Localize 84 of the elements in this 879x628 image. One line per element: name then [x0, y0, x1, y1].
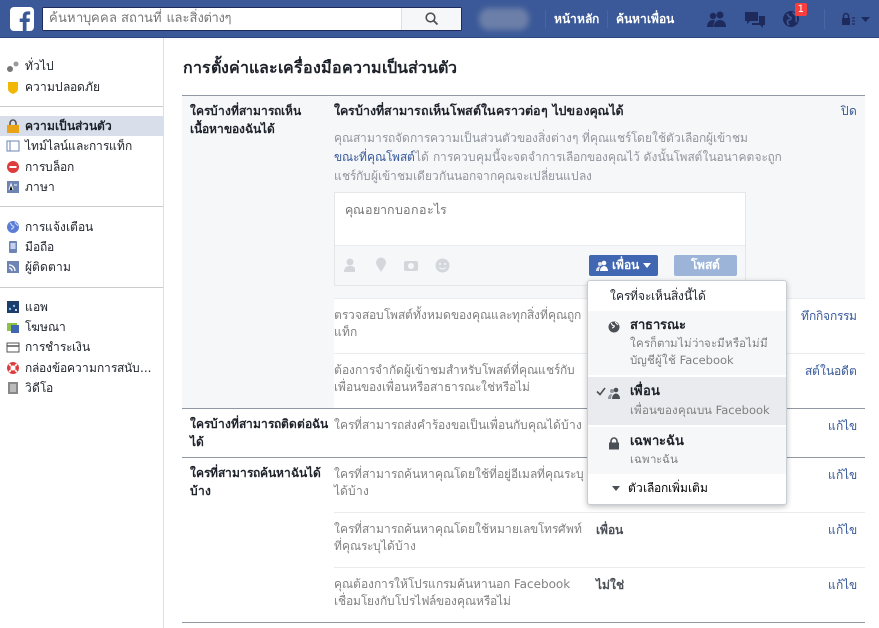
composer-box[interactable]: คุณอยากบอกอะไร เพื่อน โพสต์	[334, 192, 746, 286]
phone-icon	[6, 240, 20, 254]
location-pin-icon[interactable]	[375, 257, 387, 274]
globe-icon	[6, 220, 20, 234]
menu-header: ใครที่จะเห็นสิ่งนี้ได้	[609, 286, 707, 305]
check-icon	[596, 387, 606, 396]
search-icon	[425, 12, 438, 25]
section-title: ใครบ้างที่สามารถติดต่อฉันได้	[190, 416, 328, 449]
search-button[interactable]	[401, 8, 461, 30]
sidebar-item[interactable]: ความเป็นส่วนตัว	[0, 116, 163, 136]
caret-icon	[612, 486, 620, 491]
nav-link[interactable]: ค้นหาเพื่อน	[607, 10, 682, 28]
sidebar-item[interactable]: การชำระเงิน	[0, 337, 163, 358]
option-subtitle: ใครก็ตามไม่ว่าจะมีหรือไม่มีบัญชีผู้ใช้ Facebook	[630, 335, 769, 370]
notification-badge: 1	[794, 3, 807, 16]
edit-link[interactable]: สต์ในอดีต	[805, 362, 865, 396]
globe-icon[interactable]	[782, 10, 800, 28]
profile-avatar[interactable]	[479, 8, 529, 30]
search-field[interactable]: ค้นหาบุคคล สถานที่ และสิ่งต่างๆ	[42, 6, 462, 30]
nav-link[interactable]: หน้าหลัก	[545, 10, 607, 28]
sidebar-item[interactable]: แอพ	[0, 296, 163, 317]
description-link[interactable]: ขณะที่คุณโพสต์	[334, 150, 415, 164]
setting-value: ไม่ใช่	[596, 578, 624, 592]
friends-icon[interactable]	[706, 10, 728, 28]
timeline-icon	[6, 139, 20, 154]
setting-description: ตรวจสอบโพสต์ทั้งหมดของคุณและทุกสิ่งที่คุณถูกแท็ก	[334, 306, 582, 341]
section-title: ใครบ้างที่สามารถเห็นเนื้อหาของฉันได้	[190, 104, 301, 136]
friends-icon	[608, 387, 620, 400]
setting-description: คุณต้องการให้โปรแกรมค้นหานอก Facebook เชื่อมโยงกับโปรไฟล์ของคุณหรือไม่	[334, 576, 572, 610]
setting-description: ใครที่สามารถค้นหาคุณโดยใช้หมายเลขโทรศัพท์ที่คุณระบุได้บ้าง	[334, 520, 583, 555]
film-icon	[6, 381, 20, 396]
option-title: เฉพาะฉัน	[630, 432, 684, 451]
editor-heading: ใครบ้างที่สามารถเห็นโพสต์ในคราวต่อๆ ไปของคุณได้	[334, 102, 624, 121]
sidebar-item[interactable]: วิดีโอ	[0, 378, 163, 398]
edit-link[interactable]: แก้ไข	[828, 466, 865, 500]
ad-icon	[6, 320, 20, 334]
sidebar-item[interactable]: โฆษณา	[0, 316, 163, 338]
sidebar-item[interactable]: ไทม์ไลน์และการแท็ก	[0, 136, 163, 157]
smiley-icon[interactable]	[435, 258, 450, 273]
sidebar-item[interactable]: มือถือ	[0, 236, 163, 258]
rss-icon	[6, 260, 20, 274]
sidebar-item[interactable]: ผู้ติดตาม	[0, 257, 163, 278]
setting-description: ต้องการจำกัดผู้เข้าชมสำหรับโพสต์ที่คุณแชร์กับเพื่อนของเพื่อนหรือสาธารณะใช่หรือไม่	[334, 362, 576, 396]
caret-icon	[643, 262, 651, 268]
page-title: การตั้งค่าและเครื่องมือความเป็นส่วนตัว	[183, 56, 865, 80]
section-title: ใครที่สามารถค้นหาฉันได้บ้าง	[190, 466, 321, 498]
sidebar-item[interactable]: การแจ้งเตือน	[0, 216, 163, 237]
option-subtitle: เพื่อนของคุณบน Facebook	[630, 402, 770, 419]
apps-icon	[6, 300, 20, 314]
sidebar-item[interactable]: ภาษา	[0, 176, 163, 198]
sidebar-item[interactable]: กล่องข้อความการสนับ...	[0, 358, 163, 378]
lock-menu-icon[interactable]	[841, 12, 871, 26]
audience-option[interactable]: เฉพาะฉัน เฉพาะฉัน	[588, 426, 786, 474]
edit-link[interactable]: ทึกกิจกรรม	[801, 306, 865, 341]
audience-option[interactable]: สาธารณะ ใครก็ตามไม่ว่าจะมีหรือไม่มีบัญชีผู้ใช้ Facebook	[588, 310, 786, 376]
editor-description: คุณสามารถจัดการความเป็นส่วนตัวของสิ่งต่างๆ ที่คุณแชร์โดยใช้ตัวเลือกผู้เข้าชม ขณะที่คุณโพสต์ได้ การควบคุมนี้จะจดจำการเลือกของคุณไว้ ดังนั้นโพสต์ในอนาคตจะถูกแชร์กับผู้เข้าชมเดียวกันนอกจากคุณจะเปลี่ยนแปลง	[334, 128, 783, 186]
lifebuoy-icon	[6, 360, 20, 375]
card-icon	[6, 340, 20, 354]
sidebar-item[interactable]: ทั่วไป	[0, 56, 163, 76]
audience-button[interactable]: เพื่อน	[589, 254, 658, 276]
block-icon	[6, 160, 20, 174]
setting-description: ใครที่สามารถค้นหาคุณโดยใช้ที่อยู่อีเมลที่คุณระบุได้บ้าง	[334, 466, 585, 500]
option-subtitle: เฉพาะฉัน	[630, 451, 679, 468]
edit-link[interactable]: แก้ไข	[828, 416, 865, 435]
more-options-button[interactable]: ตัวเลือกเพิ่มเติม	[588, 476, 708, 500]
globe-icon	[608, 320, 620, 334]
option-title: สาธารณะ	[630, 316, 687, 335]
language-icon	[6, 180, 20, 194]
camera-icon[interactable]	[403, 258, 419, 272]
close-link[interactable]: ปิด	[841, 102, 865, 121]
edit-link[interactable]: แก้ไข	[828, 520, 865, 555]
sidebar-item[interactable]: การบล็อก	[0, 156, 163, 177]
audience-option[interactable]: เพื่อน เพื่อนของคุณบน Facebook	[588, 377, 786, 425]
friends-icon	[596, 260, 608, 271]
sidebar-item[interactable]: ความปลอดภัย	[0, 76, 163, 97]
lock-icon	[608, 436, 620, 450]
messages-icon[interactable]	[744, 10, 766, 28]
edit-link[interactable]: แก้ไข	[828, 576, 865, 610]
shield-icon	[6, 80, 20, 94]
option-title: เพื่อน	[630, 382, 770, 402]
facebook-logo[interactable]	[10, 6, 34, 30]
setting-description: ใครที่สามารถส่งคำร้องขอเป็นเพื่อนกับคุณได้บ้าง	[334, 416, 583, 434]
setting-value: เพื่อน	[596, 522, 623, 537]
lock-icon	[6, 118, 20, 133]
